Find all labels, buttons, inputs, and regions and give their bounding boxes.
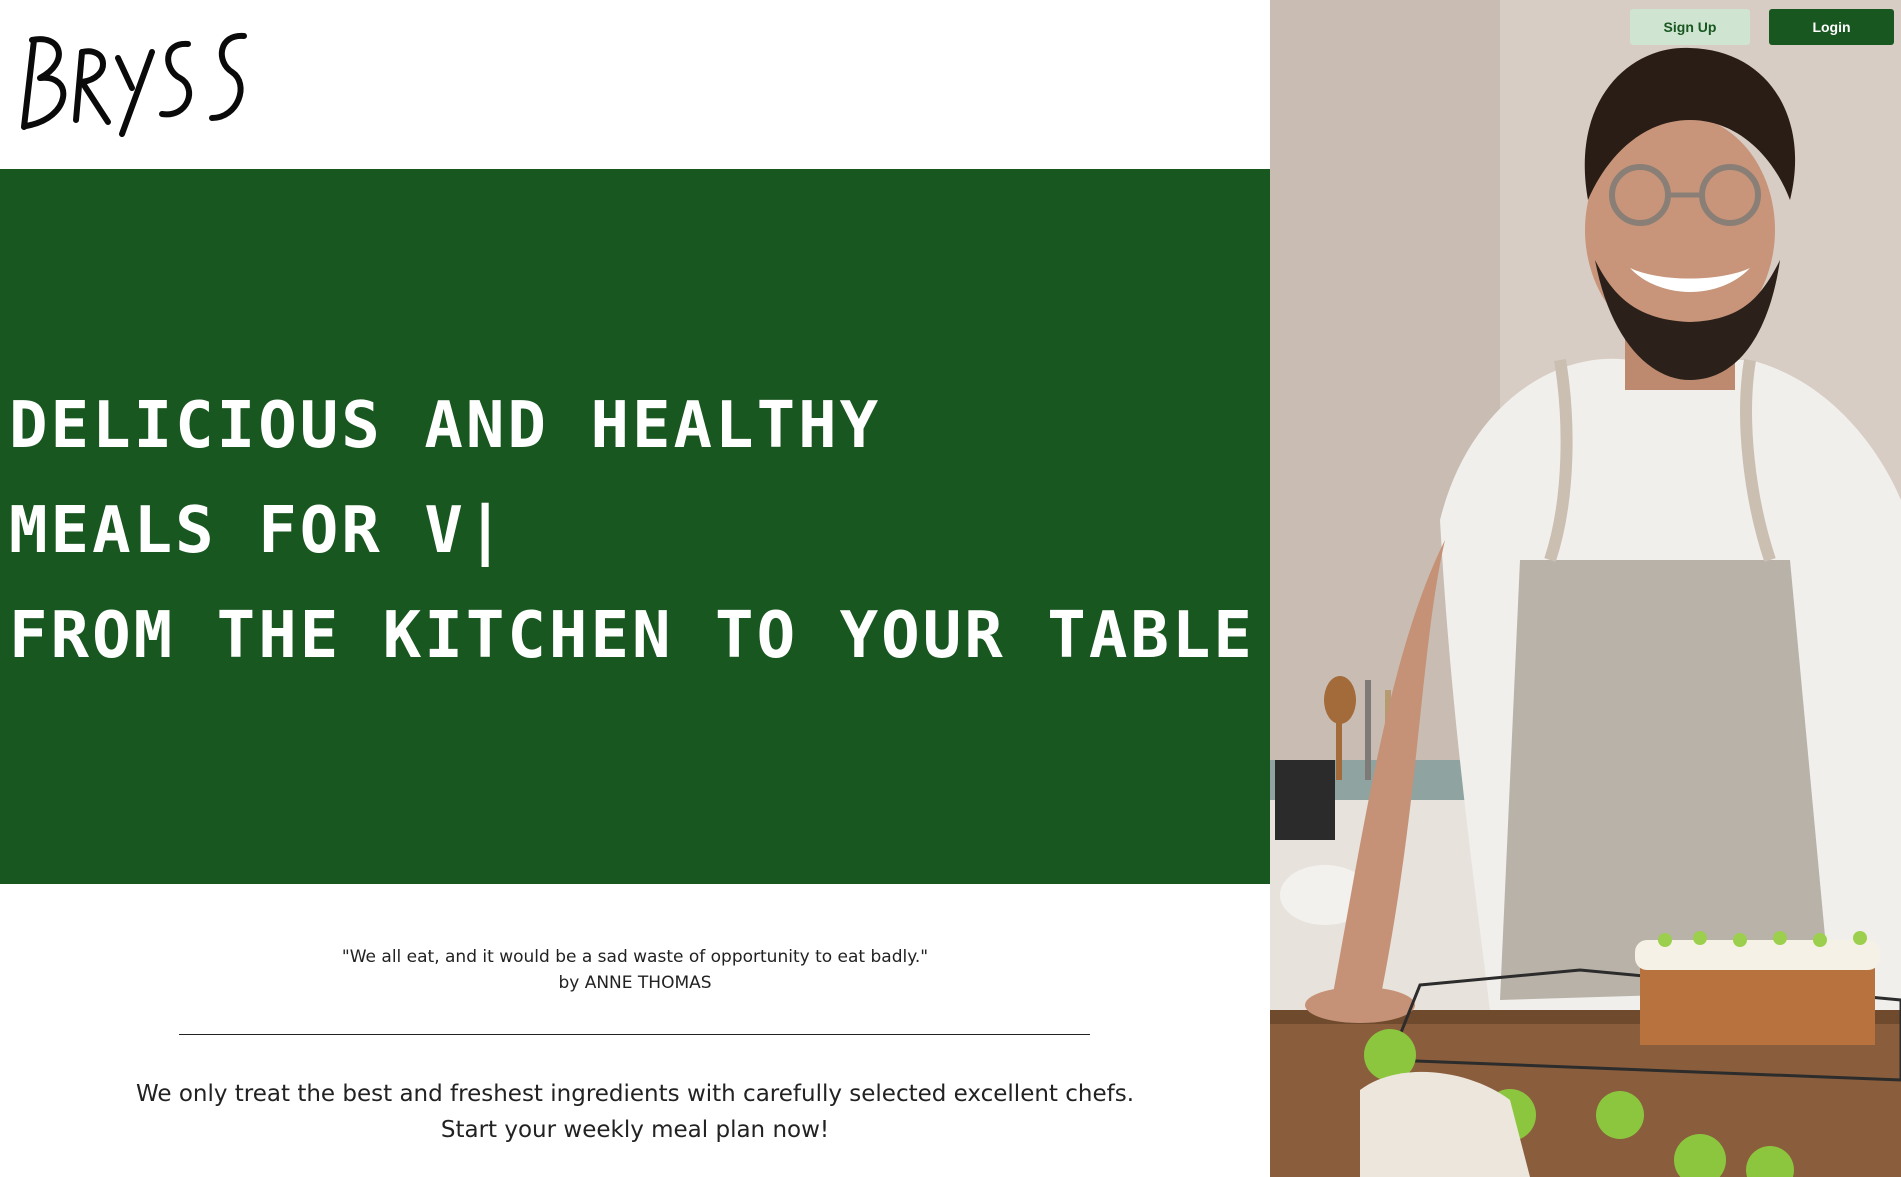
hero-headline-line-2: MEALS FOR V| [9, 494, 508, 568]
quote-text: "We all eat, and it would be a sad waste… [341, 947, 929, 967]
brand-logo[interactable] [12, 22, 252, 142]
quote-block: "We all eat, and it would be a sad waste… [0, 944, 1270, 996]
intro-line-2: Start your weekly meal plan now! [440, 1117, 830, 1143]
hero-banner: DELICIOUS AND HEALTHY MEALS FOR V| FROM … [0, 169, 1270, 884]
hero-headline-line-3: FROM THE KITCHEN TO YOUR TABLE [9, 599, 1255, 673]
hero-headline-line-1: DELICIOUS AND HEALTHY [9, 389, 882, 463]
section-divider [179, 1034, 1090, 1035]
left-column: DELICIOUS AND HEALTHY MEALS FOR V| FROM … [0, 0, 1270, 1177]
login-button[interactable]: Login [1769, 9, 1894, 45]
hero-photo [1270, 0, 1901, 1177]
intro-text: We only treat the best and freshest ingr… [0, 1076, 1270, 1148]
intro-line-1: We only treat the best and freshest ingr… [135, 1081, 1135, 1107]
signup-button[interactable]: Sign Up [1630, 9, 1750, 45]
quote-author: by ANNE THOMAS [558, 973, 712, 993]
smiling-chef-with-cake-photo-icon [1270, 0, 1901, 1177]
bryss-handwritten-logo-icon [21, 32, 247, 137]
